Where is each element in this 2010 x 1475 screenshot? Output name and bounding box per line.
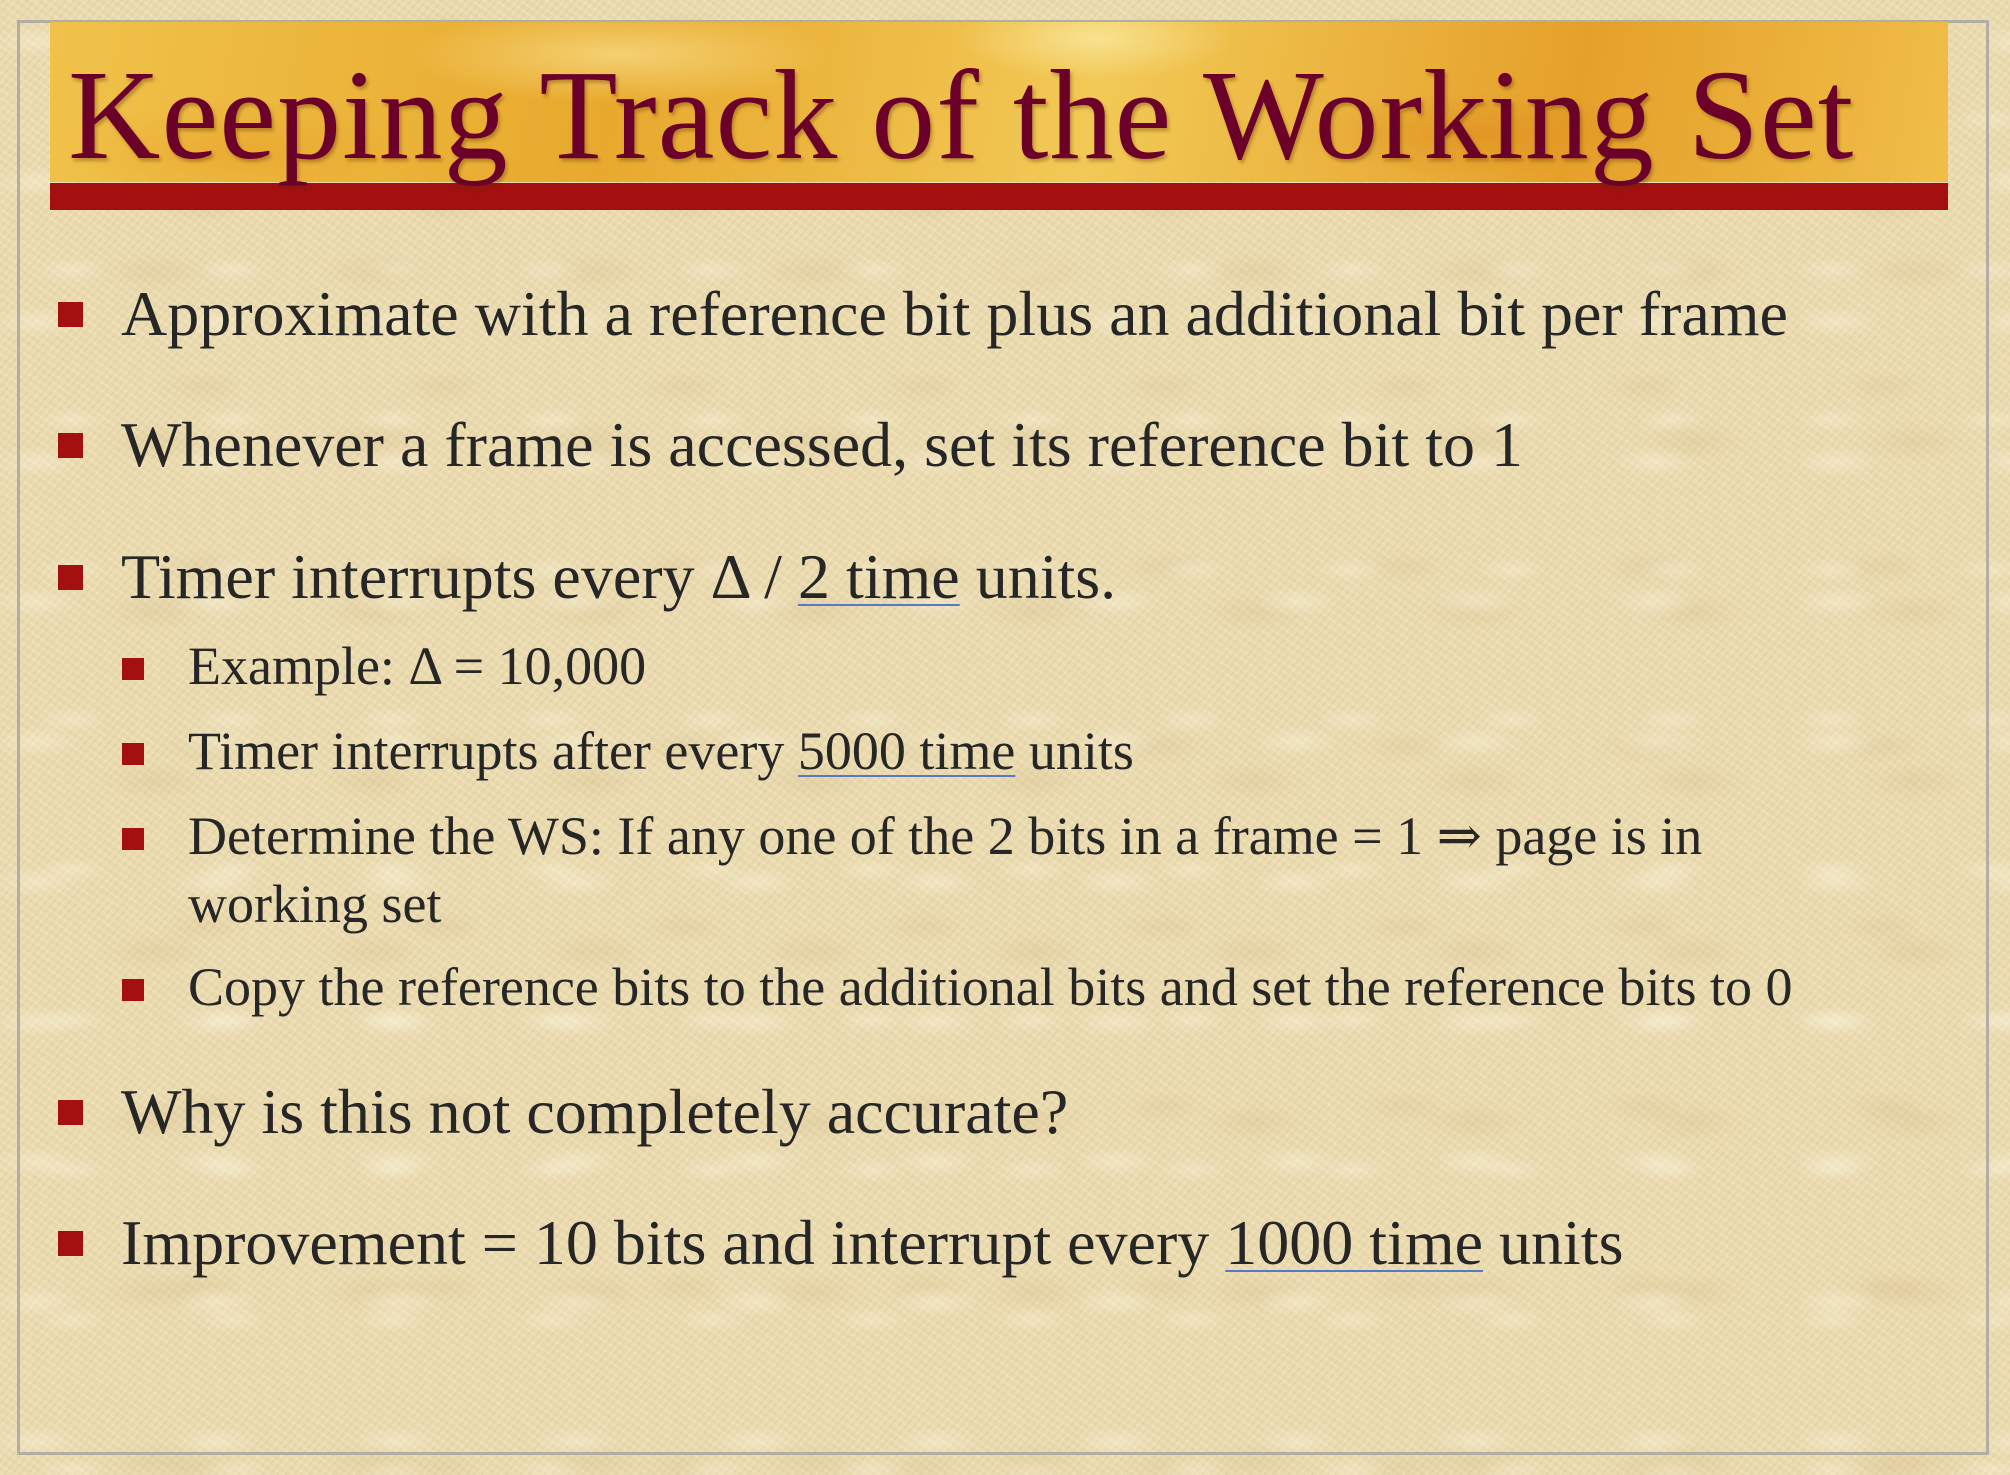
sub-bullet-text: Example: Δ = 10,000 <box>188 636 647 696</box>
underlined-term: 5000 time <box>797 721 1016 781</box>
bullet-text-line: Determine the WS: If any one of the 2 bi… <box>188 806 1703 866</box>
bullet-text-part: units <box>1015 721 1134 781</box>
sub-bullet-text: Determine the WS: If any one of the 2 bi… <box>188 802 1702 938</box>
square-bullet-icon <box>58 302 83 327</box>
bullet-text: Improvement = 10 bits and interrupt ever… <box>121 1201 1623 1285</box>
square-bullet-icon <box>58 1100 83 1125</box>
underlined-term: 1000 time <box>1225 1207 1483 1278</box>
square-bullet-icon <box>122 828 144 850</box>
square-bullet-icon <box>58 433 83 458</box>
sub-bullet-text: Timer interrupts after every 5000 time u… <box>188 717 1134 785</box>
bullet-text-part: Timer interrupts every Δ / <box>121 541 798 612</box>
bullet-text-part: Improvement = 10 bits and interrupt ever… <box>121 1207 1226 1278</box>
underlined-term: 2 time <box>797 541 960 612</box>
sub-bullet-text: Copy the reference bits to the additiona… <box>188 957 1793 1017</box>
square-bullet-icon <box>122 658 144 680</box>
bullet-text-part: units <box>1483 1207 1624 1278</box>
square-bullet-icon <box>122 743 144 765</box>
bullet-text: Whenever a frame is accessed, set its re… <box>121 409 1523 480</box>
square-bullet-icon <box>122 979 144 1001</box>
slide-body: Approximate with a reference bit plus an… <box>0 0 2010 1475</box>
square-bullet-icon <box>58 565 83 590</box>
bullet-text: Why is this not completely accurate? <box>121 1076 1069 1147</box>
bullet-text-part: Timer interrupts after every <box>188 721 798 781</box>
bullet-text-line: working set <box>188 874 442 934</box>
square-bullet-icon <box>58 1231 83 1256</box>
bullet-text: Approximate with a reference bit plus an… <box>121 278 1788 349</box>
bullet-text: Timer interrupts every Δ / 2 time units. <box>121 535 1116 619</box>
bullet-text-part: units. <box>959 541 1117 612</box>
